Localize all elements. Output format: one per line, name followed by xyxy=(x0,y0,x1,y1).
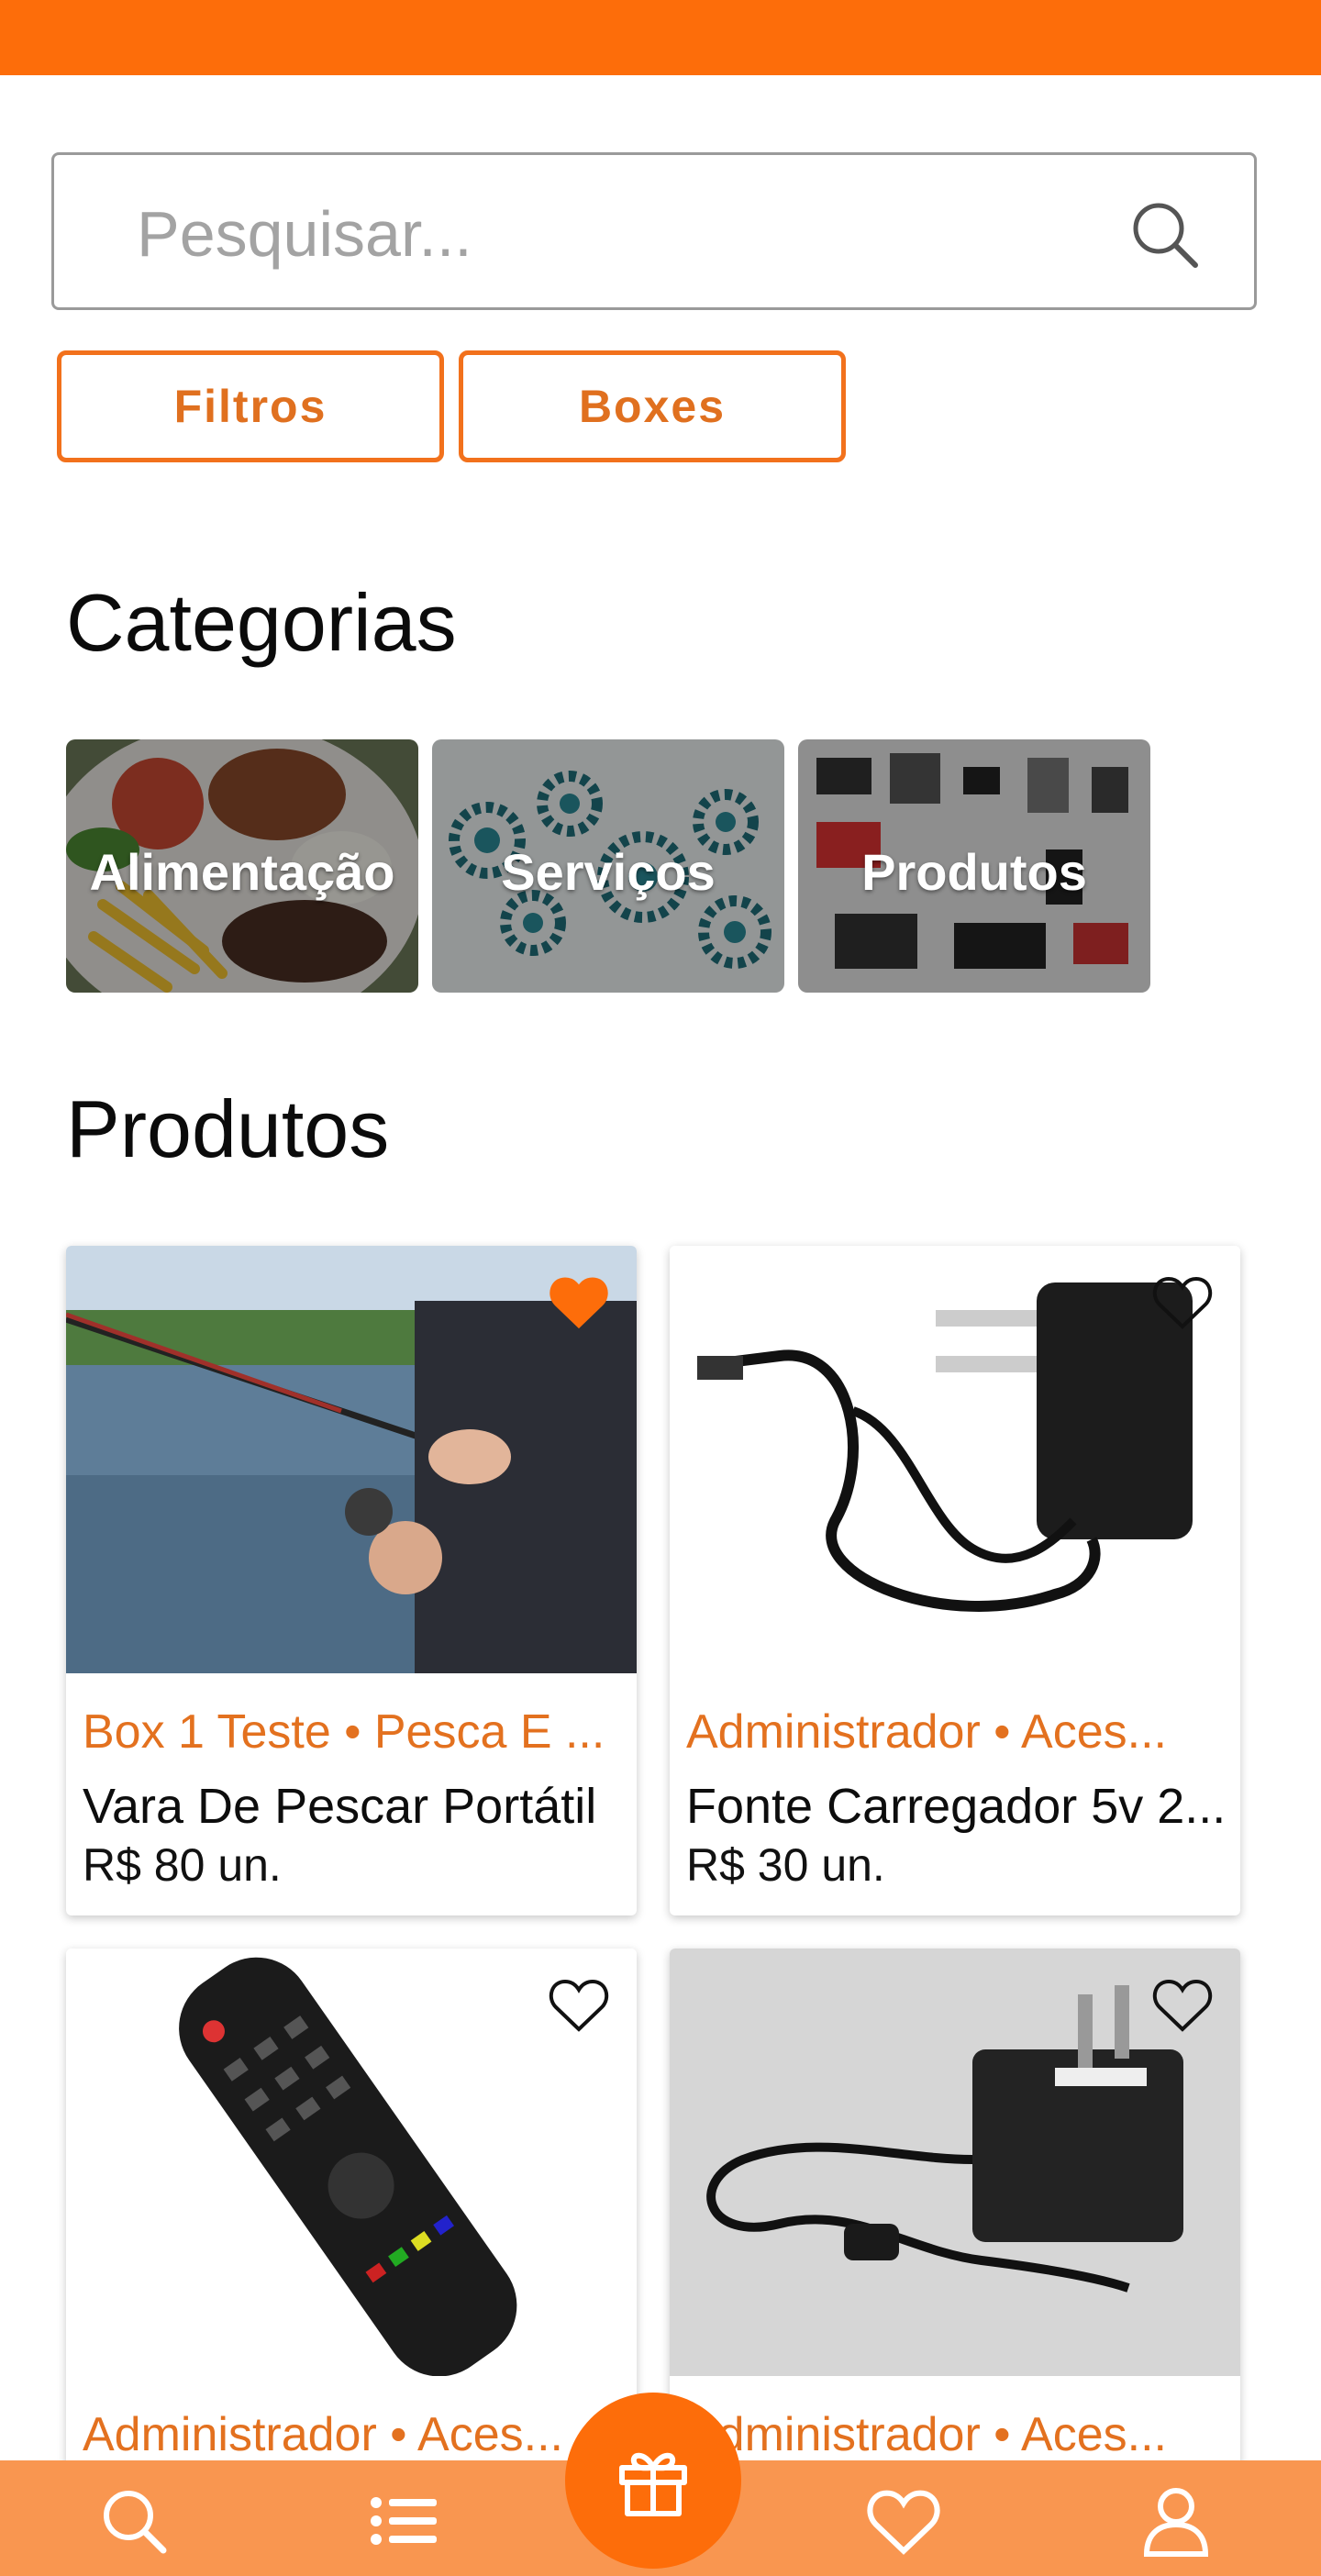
product-price: R$ 30 un. xyxy=(686,1839,885,1891)
search-input[interactable]: Pesquisar... xyxy=(137,197,472,271)
product-store: Box 1 Teste • Pesca E ... xyxy=(83,1705,605,1759)
product-card[interactable]: Administrador • Aces... Fonte Carregador… xyxy=(670,1246,1240,1915)
category-label: Produtos xyxy=(861,843,1087,901)
heart-icon xyxy=(867,2490,940,2555)
favorite-heart-icon[interactable] xyxy=(1152,1273,1213,1330)
boxes-button[interactable]: Boxes xyxy=(459,350,846,462)
favorite-heart-icon[interactable] xyxy=(549,1273,609,1330)
search-icon[interactable] xyxy=(1127,197,1201,271)
user-icon xyxy=(1143,2488,1209,2557)
product-store: Administrador • Aces... xyxy=(686,2408,1167,2461)
boxes-gift-button[interactable] xyxy=(565,2393,741,2569)
product-name: Fonte Carregador 5v 2... xyxy=(686,1779,1227,1834)
filters-button[interactable]: Filtros xyxy=(57,350,444,462)
category-label: Alimentação xyxy=(89,843,395,901)
nav-search-button[interactable] xyxy=(88,2475,180,2567)
nav-profile-button[interactable] xyxy=(1130,2475,1222,2567)
list-icon xyxy=(371,2497,437,2545)
search-bar[interactable]: Pesquisar... xyxy=(51,152,1257,310)
search-icon xyxy=(104,2491,167,2554)
product-store: Administrador • Aces... xyxy=(686,1705,1167,1759)
favorite-heart-icon[interactable] xyxy=(549,1976,609,2033)
nav-favorites-button[interactable] xyxy=(858,2475,949,2567)
gift-icon xyxy=(619,2452,687,2516)
category-card-products[interactable]: Produtos xyxy=(798,739,1150,993)
category-card-food[interactable]: Alimentação xyxy=(66,739,418,993)
category-label: Serviços xyxy=(501,843,716,901)
products-title: Produtos xyxy=(66,1083,390,1174)
top-app-bar xyxy=(0,0,1321,75)
product-card[interactable]: Box 1 Teste • Pesca E ... Vara De Pescar… xyxy=(66,1246,637,1915)
product-name: Vara De Pescar Portátil xyxy=(83,1779,597,1834)
category-card-services[interactable]: Serviços xyxy=(432,739,784,993)
favorite-heart-icon[interactable] xyxy=(1152,1976,1213,2033)
nav-list-button[interactable] xyxy=(358,2475,450,2567)
product-price: R$ 80 un. xyxy=(83,1839,282,1891)
categories-title: Categorias xyxy=(66,577,457,668)
product-store: Administrador • Aces... xyxy=(83,2408,563,2461)
